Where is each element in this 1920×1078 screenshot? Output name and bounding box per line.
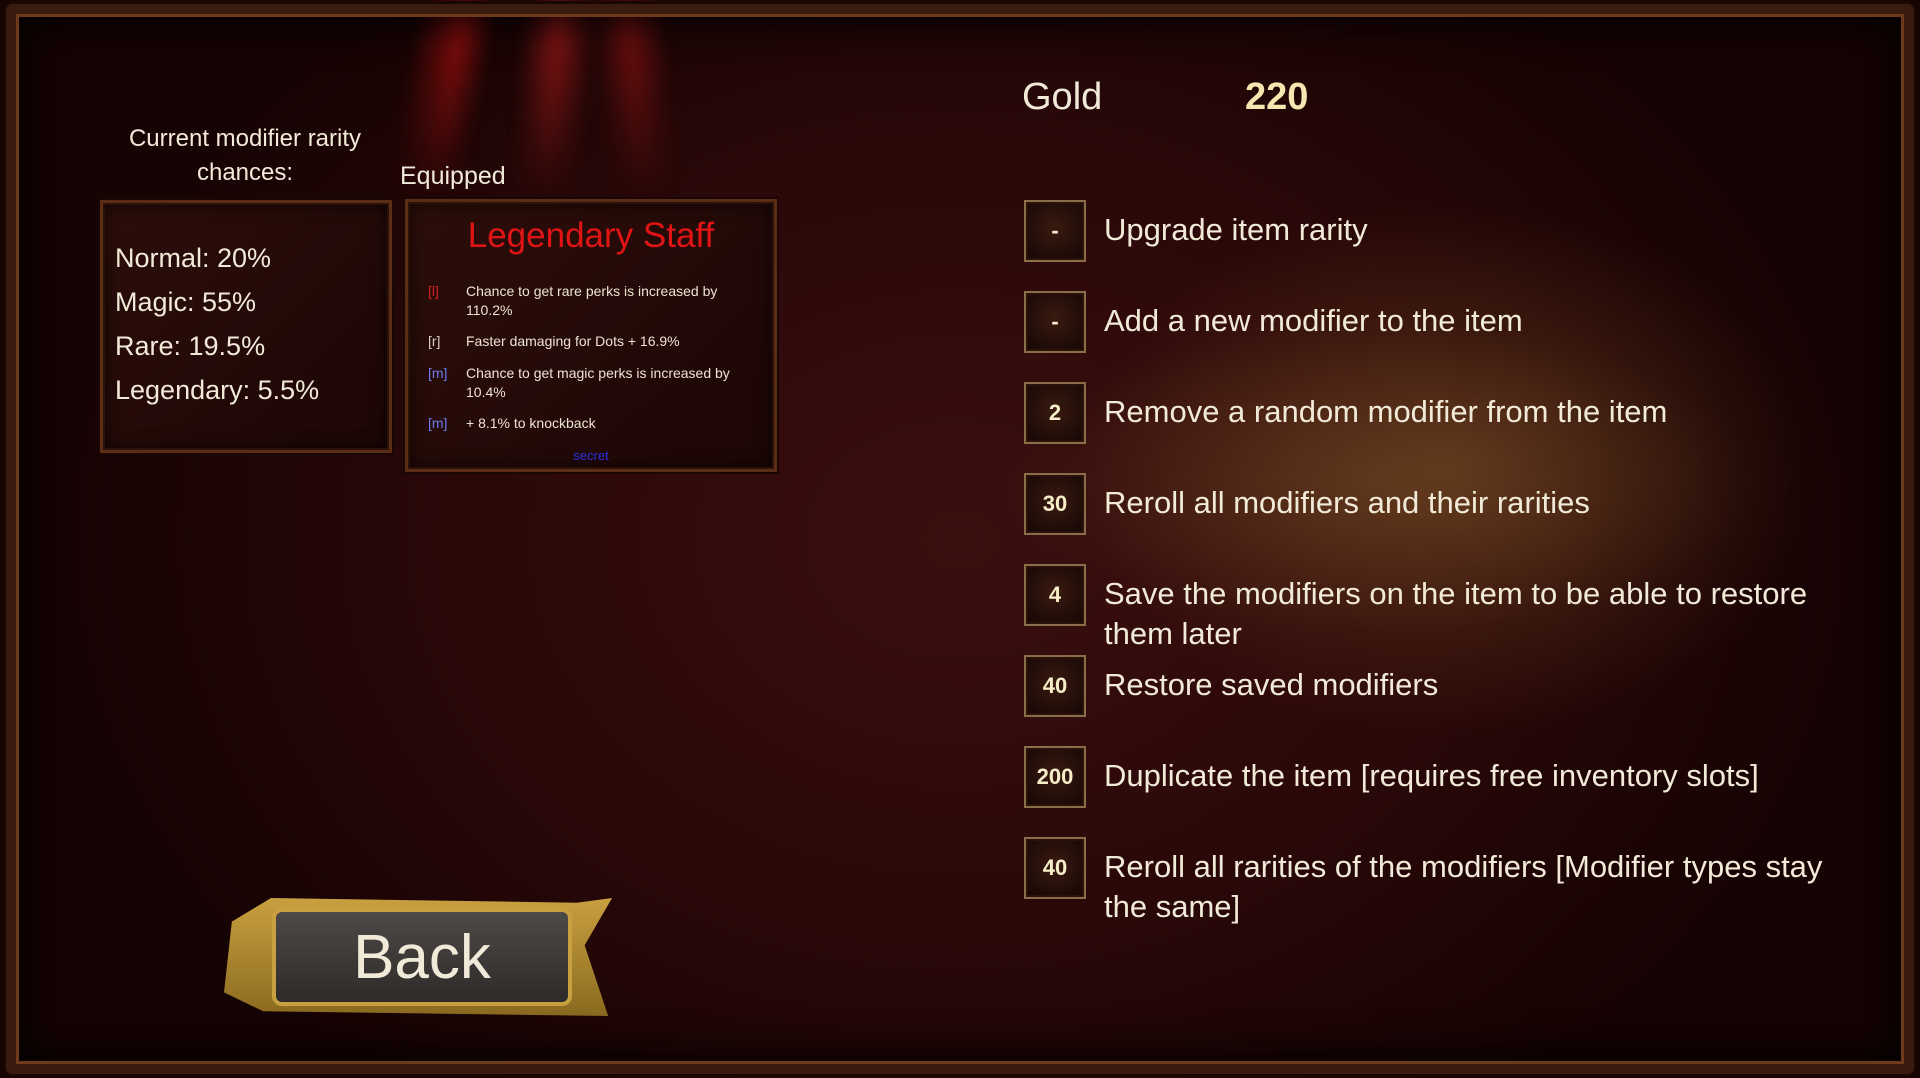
action-label: Remove a random modifier from the item (1104, 394, 1668, 429)
secret-label: secret (573, 448, 609, 463)
item-modifier: [r] Faster damaging for Dots + 16.9% (428, 332, 760, 351)
back-button-container: Back (224, 890, 616, 1020)
reroll-rarities-button[interactable]: 40 (1024, 837, 1086, 899)
modifier-tag: [l] (428, 283, 439, 299)
action-label: Add a new modifier to the item (1104, 303, 1523, 338)
remove-modifier-button[interactable]: 2 (1024, 382, 1086, 444)
action-label: Reroll all modifiers and their rarities (1104, 485, 1590, 520)
reroll-all-button[interactable]: 30 (1024, 473, 1086, 535)
rarity-rare: Rare: 19.5% (115, 331, 266, 361)
equipped-label: Equipped (400, 162, 506, 190)
item-name: Legendary Staff (467, 216, 715, 255)
rarity-chances-title: Current modifier rarity chances: (128, 125, 362, 186)
modifier-tag: [m] (428, 365, 448, 381)
upgrade-rarity-button[interactable]: - (1024, 200, 1086, 262)
action-label: Restore saved modifiers (1104, 667, 1439, 702)
modifier-text: + 8.1% to knockback (466, 415, 596, 431)
action-label: Reroll all rarities of the modifiers [Mo… (1104, 849, 1823, 924)
rarity-legendary: Legendary: 5.5% (115, 375, 320, 405)
rarity-magic: Magic: 55% (115, 287, 257, 317)
action-label: Duplicate the item [requires free invent… (1104, 758, 1759, 793)
add-modifier-button[interactable]: - (1024, 291, 1086, 353)
rarity-chances-panel: Normal: 20% Magic: 55% Rare: 19.5% Legen… (100, 200, 392, 453)
action-label: Upgrade item rarity (1104, 212, 1368, 247)
modifier-tag: [r] (428, 333, 441, 349)
restore-modifiers-button[interactable]: 40 (1024, 655, 1086, 717)
action-label: Save the modifiers on the item to be abl… (1104, 576, 1808, 651)
item-modifier: [m] Chance to get magic perks is increas… (428, 364, 760, 402)
modifier-tag: [m] (428, 415, 448, 431)
modifier-text: Faster damaging for Dots + 16.9% (466, 333, 680, 349)
gold-label: Gold (1022, 76, 1103, 118)
modifier-text: Chance to get magic perks is increased b… (466, 365, 730, 400)
duplicate-item-button[interactable]: 200 (1024, 746, 1086, 808)
rarity-normal: Normal: 20% (115, 243, 272, 273)
item-modifier: [l] Chance to get rare perks is increase… (428, 282, 760, 320)
item-modifier: [m] + 8.1% to knockback (428, 414, 760, 433)
back-button[interactable]: Back (272, 908, 572, 1006)
gold-amount: 220 (1245, 76, 1309, 118)
equipped-item-card[interactable]: Legendary Staff [l] Chance to get rare p… (405, 199, 777, 472)
modifier-text: Chance to get rare perks is increased by… (466, 283, 718, 318)
save-modifiers-button[interactable]: 4 (1024, 564, 1086, 626)
